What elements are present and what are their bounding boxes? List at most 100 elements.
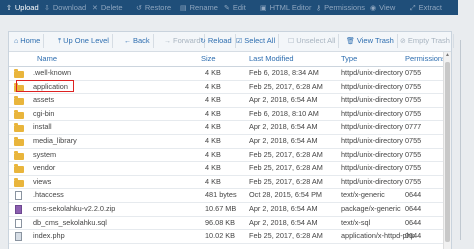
file-name[interactable]: db_cms_sekolahku.sql [33,217,107,230]
table-row[interactable]: application 4 KB Feb 25, 2017, 6:28 AM http… [9,81,451,95]
file-name[interactable]: cgi-bin [33,108,55,121]
file-permissions: 0755 [405,163,422,173]
scrollbar-thumb[interactable] [445,62,450,242]
file-permissions: 0755 [405,176,422,186]
delete-icon: ✕ [92,5,98,12]
file-size: 10.02 KB [205,231,236,241]
table-row[interactable]: index.php 10.02 KB Feb 25, 2017, 6:28 AM ap… [9,230,451,244]
file-type: application/x-httpd-php [341,231,415,241]
up-icon: ⤒ [58,38,62,45]
nav-button-label: Unselect All [296,36,336,45]
nav-view-trash-button[interactable]: 🗑 View Trash [343,34,398,48]
html-editor-icon: ▣ [260,5,267,12]
table-row[interactable]: media_library 4 KB Apr 2, 2018, 6:54 AM htt… [9,135,451,149]
file-size: 4 KB [205,95,221,105]
nav-button-label: Back [133,36,150,45]
table-row[interactable]: assets 4 KB Apr 2, 2018, 6:54 AM httpd/unix… [9,94,451,108]
file-last-modified: Feb 25, 2017, 6:28 AM [249,81,323,91]
navigation-bar: ⌂ Home ⤒ Up One Level ← Back → Forward ↻ Reload ☑ S… [9,32,454,52]
file-name[interactable]: install [33,121,52,134]
file-last-modified: Feb 6, 2018, 8:10 AM [249,108,319,118]
toolbar-delete-button[interactable]: ✕ Delete [92,0,123,15]
toolbar-button-label: Delete [100,3,123,12]
table-row[interactable]: db_cms_sekolahku.sql 96.08 KB Apr 2, 2018,… [9,217,451,231]
trash-icon: 🗑 [346,38,355,45]
table-row[interactable]: cgi-bin 4 KB Feb 6, 2018, 8:10 AM httpd/uni… [9,108,451,122]
file-type: httpd/unix-directory [341,68,404,77]
nav-back-button[interactable]: ← Back [121,34,154,48]
file-name[interactable]: vendor [33,162,55,175]
toolbar-permissions-button[interactable]: ⚷ Permissions [316,0,365,15]
upload-icon: ⇧ [6,5,12,12]
file-size: 10.67 MB [205,204,237,213]
folder-icon [14,69,24,78]
home-icon: ⌂ [14,38,19,45]
toolbar-button-label: Rename [189,3,218,12]
file-name[interactable]: .well-known [33,67,71,80]
file-file-icon [14,191,24,201]
column-header-type[interactable]: Type [341,52,357,66]
toolbar-button-label: Permissions [324,3,365,12]
nav-up-one-level-button[interactable]: ⤒ Up One Level [55,34,113,48]
nav-select-all-button[interactable]: ☑ Select All [233,34,280,48]
nav-button-label: Select All [244,36,276,45]
file-type: text/x-generic [341,190,385,200]
file-permissions: 0644 [405,204,422,213]
toolbar-upload-button[interactable]: ⇧ Upload [6,0,39,15]
file-browser-panel: ⌂ Home ⤒ Up One Level ← Back → Forward ↻ Reload ☑ S… [8,31,454,249]
table-row[interactable]: .well-known 4 KB Feb 6, 2018, 8:34 AM httpd… [9,67,451,81]
toolbar-extract-button[interactable]: ⤢ Extract [410,0,442,15]
toolbar-restore-button[interactable]: ↺ Restore [136,0,171,15]
file-name[interactable]: system [33,149,56,162]
nav-home-button[interactable]: ⌂ Home [11,34,45,48]
table-row[interactable]: install 4 KB Apr 2, 2018, 6:54 AM httpd/uni… [9,121,451,135]
nav-empty-trash-button[interactable]: ⊘ Empty Trash [397,34,454,48]
table-row[interactable]: vendor 4 KB Feb 25, 2017, 6:28 AM httpd/uni… [9,162,451,176]
file-last-modified: Feb 6, 2018, 8:34 AM [249,68,319,77]
vertical-scrollbar[interactable]: ▲ [443,52,451,249]
toolbar-download-button[interactable]: ⇩ Download [44,0,86,15]
extract-icon: ⤢ [410,5,416,12]
file-name[interactable]: views [33,176,51,189]
nav-button-label: Reload [207,36,232,45]
file-permissions: 0644 [405,217,422,227]
toolbar-edit-button[interactable]: ✎ Edit [224,0,246,15]
file-name[interactable]: index.php [33,230,65,243]
scroll-up-icon[interactable]: ▲ [444,52,451,59]
folder-icon [14,123,24,133]
sql-file-icon [14,218,24,228]
reload-icon: ↻ [200,38,206,45]
folder-icon [14,164,24,174]
folder-icon [14,150,24,160]
nav-unselect-all-button[interactable]: ☐ Unselect All [285,34,340,48]
file-name[interactable]: cms-sekolahku-v2.2.0.zip [33,203,115,216]
file-type: httpd/unix-directory [341,163,404,173]
file-last-modified: Apr 2, 2018, 6:54 AM [249,204,318,213]
nav-button-label: Home [20,36,41,45]
file-size: 96.08 KB [205,217,236,227]
back-icon: ← [124,38,131,45]
file-size: 4 KB [205,163,221,173]
check-icon: ☑ [236,38,243,45]
nav-reload-button[interactable]: ↻ Reload [197,34,236,48]
file-name[interactable]: media_library [33,135,77,148]
table-row[interactable]: cms-sekolahku-v2.2.0.zip 10.67 MB Apr 2, 2… [9,203,451,217]
column-header-name[interactable]: Name [37,52,57,66]
file-manager-toolbar: ⇧ Upload ⇩ Download ✕ Delete ↺ Restore ▤ Rename ✎ E… [0,0,474,15]
folder-icon [14,137,24,146]
toolbar-rename-button[interactable]: ▤ Rename [180,0,218,15]
toolbar-view-button[interactable]: ◉ View [370,0,395,15]
toolbar-html-editor-button[interactable]: ▣ HTML Editor [260,0,311,15]
table-row[interactable]: system 4 KB Feb 25, 2017, 6:28 AM httpd/uni… [9,149,451,163]
file-name[interactable]: .htaccess [33,189,64,202]
column-header-size[interactable]: Size [201,52,216,66]
file-type: httpd/unix-directory [341,95,404,105]
table-header: Name Size Last Modified Type Permissions [9,52,451,67]
file-name[interactable]: assets [33,94,54,107]
column-header-last-modified[interactable]: Last Modified [249,52,294,66]
file-type: httpd/unix-directory [341,122,404,132]
column-header-permissions[interactable]: Permissions [405,52,446,66]
table-row[interactable]: views 4 KB Feb 25, 2017, 6:28 AM httpd/unix… [9,176,451,190]
table-row[interactable]: .htaccess 481 bytes Oct 28, 2015, 6:54 PM t… [9,189,451,203]
rename-icon: ▤ [180,5,187,12]
